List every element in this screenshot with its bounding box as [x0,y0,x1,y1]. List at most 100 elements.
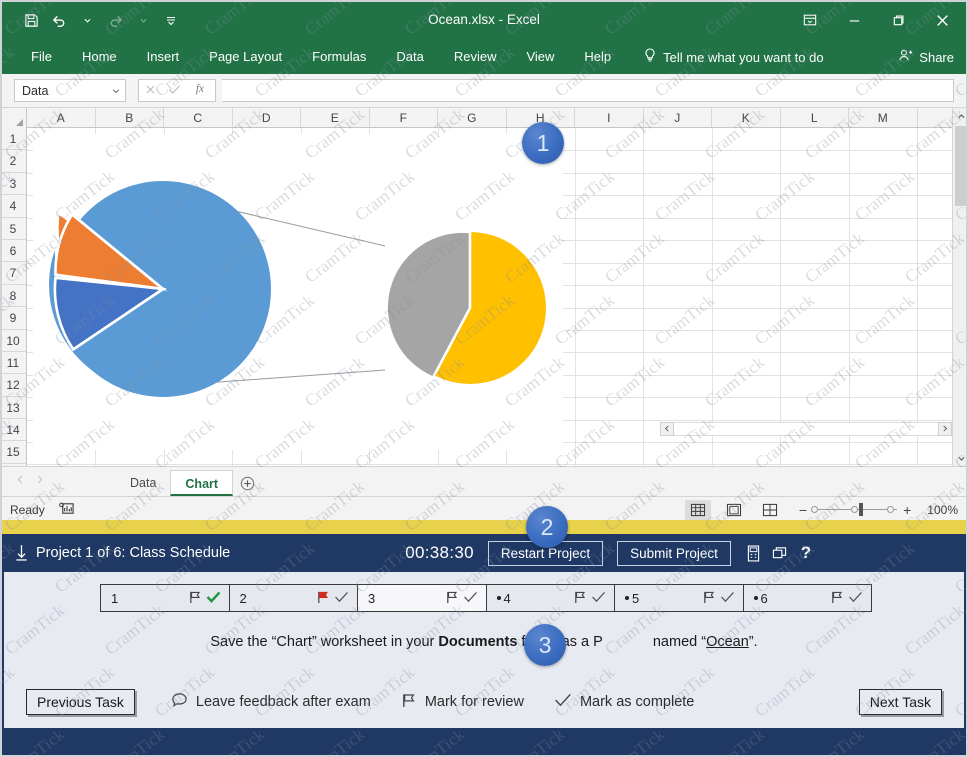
insert-function-icon[interactable]: fx [194,82,209,100]
sheet-tab-chart[interactable]: Chart [170,470,233,496]
name-box[interactable]: Data [14,79,126,102]
row-header-4[interactable]: 4 [0,195,26,217]
row-header-12[interactable]: 12 [0,374,26,396]
task-cell-3[interactable]: 3 [358,585,487,611]
flag-outline-icon[interactable] [445,590,459,607]
check-outline-icon[interactable] [720,590,735,607]
tell-me-search[interactable]: Tell me what you want to do [644,48,823,66]
task-cell-1[interactable]: 1 [101,585,230,611]
sheet-tab-data[interactable]: Data [116,470,170,496]
column-header-e[interactable]: E [301,108,370,127]
row-header-8[interactable]: 8 [0,285,26,307]
name-box-chevron-down-icon[interactable] [112,84,120,98]
row-header-11[interactable]: 11 [0,352,26,374]
row-header-7[interactable]: 7 [0,262,26,284]
undo-dropdown-icon[interactable] [74,7,100,33]
scroll-down-icon[interactable] [953,450,968,466]
submit-project-button[interactable]: Submit Project [617,541,731,566]
vertical-scrollbar[interactable] [952,108,968,466]
zoom-slider[interactable]: − + [793,502,917,518]
ribbon-tab-home[interactable]: Home [67,40,132,74]
download-icon[interactable] [10,544,32,562]
ribbon-tab-help[interactable]: Help [569,40,626,74]
calculator-icon[interactable] [741,540,767,566]
flag-marked-icon[interactable] [316,590,330,607]
scroll-left-icon[interactable] [660,422,674,436]
column-header-d[interactable]: D [233,108,302,127]
formula-input[interactable] [222,79,954,102]
row-header-13[interactable]: 13 [0,397,26,419]
minimize-icon[interactable] [832,3,876,37]
customize-qat-icon[interactable] [158,7,184,33]
column-header-g[interactable]: G [438,108,507,127]
help-icon[interactable]: ? [793,540,819,566]
check-done-icon[interactable] [206,590,221,607]
page-layout-view-icon[interactable] [721,500,747,520]
undo-icon[interactable] [46,7,72,33]
column-header-i[interactable]: I [575,108,644,127]
redo-icon[interactable] [102,7,128,33]
flag-outline-icon[interactable] [830,590,844,607]
normal-view-icon[interactable] [685,500,711,520]
task-cell-6[interactable]: 6 [744,585,872,611]
horizontal-scrollbar-track[interactable] [674,422,938,436]
zoom-slider-track[interactable] [813,509,897,510]
row-header-6[interactable]: 6 [0,240,26,262]
column-header-j[interactable]: J [644,108,713,127]
pie-of-pie-chart[interactable] [33,134,563,450]
column-header-k[interactable]: K [712,108,781,127]
column-header-b[interactable]: B [96,108,165,127]
mark-as-complete-action[interactable]: Mark as complete [554,692,694,713]
task-cell-5[interactable]: 5 [615,585,744,611]
row-header-1[interactable]: 1 [0,128,26,150]
check-outline-icon[interactable] [334,590,349,607]
zoom-level-label[interactable]: 100% [927,503,958,517]
zoom-out-icon[interactable]: − [793,502,813,518]
row-header-5[interactable]: 5 [0,218,26,240]
column-header-c[interactable]: C [164,108,233,127]
sheet-nav-arrows[interactable] [6,471,116,496]
enter-icon[interactable] [168,82,181,100]
check-outline-icon[interactable] [463,590,478,607]
check-outline-icon[interactable] [848,590,863,607]
row-header-3[interactable]: 3 [0,173,26,195]
flag-outline-icon[interactable] [702,590,716,607]
accessibility-icon[interactable] [59,501,75,519]
ribbon-tab-insert[interactable]: Insert [132,40,195,74]
windows-restore-icon[interactable] [767,540,793,566]
row-header-9[interactable]: 9 [0,307,26,329]
row-header-10[interactable]: 10 [0,330,26,352]
task-cell-2[interactable]: 2 [230,585,359,611]
column-header-m[interactable]: M [849,108,918,127]
ribbon-display-options-icon[interactable] [788,3,832,37]
vertical-scrollbar-thumb[interactable] [955,126,966,206]
sheet-nav-next-icon[interactable] [36,471,44,489]
row-header-2[interactable]: 2 [0,150,26,172]
leave-feedback-action[interactable]: Leave feedback after exam [171,692,371,712]
column-header-f[interactable]: F [370,108,439,127]
row-header-14[interactable]: 14 [0,419,26,441]
cancel-icon[interactable] [145,82,156,100]
restore-icon[interactable] [876,3,920,37]
select-all-corner[interactable] [0,108,27,128]
add-sheet-icon[interactable] [233,470,261,496]
ribbon-tab-file[interactable]: File [16,40,67,74]
scroll-up-icon[interactable] [953,108,968,124]
grid-cells[interactable] [27,128,968,466]
flag-outline-icon[interactable] [188,590,202,607]
ribbon-tab-data[interactable]: Data [381,40,438,74]
horizontal-scrollbar[interactable] [660,421,952,436]
task-cell-4[interactable]: 4 [487,585,616,611]
zoom-in-icon[interactable]: + [897,502,917,518]
sheet-nav-prev-icon[interactable] [16,471,24,489]
column-header-a[interactable]: A [27,108,96,127]
zoom-slider-knob[interactable] [859,503,863,516]
scroll-right-icon[interactable] [938,422,952,436]
save-icon[interactable] [18,7,44,33]
ribbon-tab-formulas[interactable]: Formulas [297,40,381,74]
close-icon[interactable] [920,3,964,37]
redo-dropdown-icon[interactable] [130,7,156,33]
ribbon-tab-review[interactable]: Review [439,40,512,74]
ribbon-tab-view[interactable]: View [511,40,569,74]
column-header-l[interactable]: L [781,108,850,127]
